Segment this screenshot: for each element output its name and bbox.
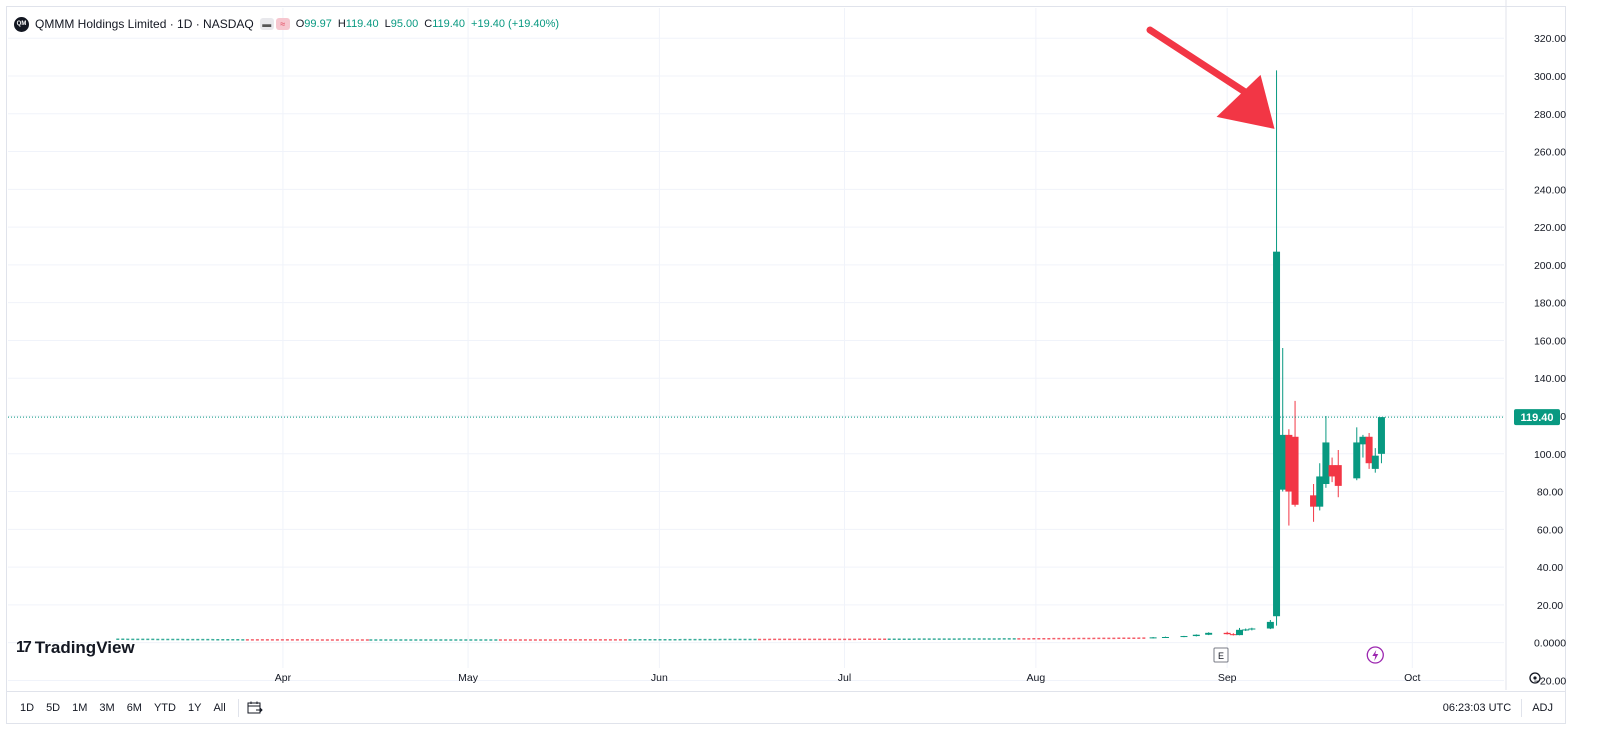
candle-body — [1316, 476, 1324, 507]
y-tick-label: 160.00 — [1534, 335, 1566, 347]
annotation-layer: 119.40 E — [8, 26, 1560, 684]
ohlc-key: O — [295, 18, 305, 30]
ohlc-item: +19.40 (+19.40%) — [471, 18, 559, 30]
clock[interactable]: 06:23:03 UTC — [1443, 702, 1521, 714]
candle-body — [1371, 455, 1379, 469]
compare-icon[interactable]: ≈ — [275, 18, 290, 30]
candle-body — [1322, 442, 1330, 484]
candle-body — [1192, 634, 1200, 637]
x-tick-label: Aug — [1027, 672, 1046, 684]
y-tick-label: 100.00 — [1534, 449, 1566, 461]
x-tick-label: Jun — [651, 672, 668, 684]
tradingview-logo[interactable]: 17 TradingView — [16, 638, 135, 658]
y-tick-label: 200.00 — [1534, 260, 1566, 272]
candle-body — [1223, 632, 1231, 635]
bottom-toolbar: 1D 5D 1M 3M 6M YTD 1Y All 06:23:03 UTC ADJ — [7, 691, 1565, 723]
candle-body — [1205, 632, 1213, 635]
brand-name: TradingView — [34, 638, 135, 657]
timeframe-3m[interactable]: 3M — [93, 702, 120, 714]
candle-body — [1377, 417, 1385, 454]
x-tick-label: Oct — [1404, 672, 1420, 684]
ohlc-item: C119.40 — [424, 18, 465, 30]
candle-body — [1161, 637, 1169, 638]
ohlc-item: H119.40 — [338, 18, 379, 30]
candle-body — [1236, 629, 1244, 636]
ohlc-key: H — [337, 18, 346, 30]
collapse-icon[interactable]: ▬ — [259, 18, 274, 30]
y-tick-label: 20.00 — [1537, 600, 1563, 612]
tradingview-mark-icon: 17 — [16, 639, 32, 656]
price-chart[interactable]: 320.00 300.00 280.00 260.00 240.00 220.00 200.… — [0, 0, 1600, 744]
y-tick-label: 80.00 — [1537, 487, 1563, 499]
grid-lines — [8, 0, 1507, 690]
date-range-icon[interactable] — [247, 701, 263, 715]
time-axis: Apr May Jun Jul Aug Sep Oct — [275, 672, 1421, 684]
candle-body — [1180, 636, 1188, 638]
candle-body — [1328, 465, 1336, 477]
y-tick-label: 280.00 — [1534, 109, 1566, 121]
y-tick-label: 260.00 — [1534, 147, 1566, 159]
timeframe-1m[interactable]: 1M — [66, 702, 93, 714]
candle-body — [1334, 465, 1342, 486]
ohlc-value: +19.40 (+19.40%) — [471, 18, 560, 30]
symbol-legend: QM QMMM Holdings Limited · 1D · NASDAQ ▬… — [14, 14, 559, 34]
ohlc-values: O99.97 H119.40 L95.00 C119.40 +19.40 (+19.40… — [296, 18, 559, 30]
y-tick-label: 320.00 — [1534, 33, 1566, 45]
y-tick-label: 240.00 — [1534, 184, 1566, 196]
ohlc-value: 119.40 — [345, 18, 379, 30]
candle-body — [1248, 628, 1256, 630]
y-tick-label: 220.00 — [1534, 222, 1566, 234]
last-price-label: 119.40 — [1520, 412, 1553, 424]
candle-body — [1229, 634, 1237, 636]
timeframe-1d[interactable]: 1D — [14, 702, 40, 714]
candle-body — [1279, 434, 1287, 490]
y-tick-label: 0.0000 — [1534, 638, 1566, 650]
candle-body — [1365, 436, 1373, 464]
symbol-title[interactable]: QMMM Holdings Limited · 1D · NASDAQ — [35, 17, 254, 31]
divider — [237, 698, 239, 717]
ohlc-key: C — [424, 18, 433, 30]
price-axis: 320.00 300.00 280.00 260.00 240.00 220.00 200.… — [1534, 33, 1567, 687]
timeframe-1y[interactable]: 1Y — [182, 702, 207, 714]
arrow-shaft — [1146, 26, 1254, 99]
candle-body — [1285, 434, 1293, 492]
y-tick-label: 140.00 — [1534, 373, 1566, 385]
timeframe-buttons: 1D 5D 1M 3M 6M YTD 1Y All — [7, 702, 232, 714]
ohlc-value: 95.00 — [390, 18, 419, 30]
gear-icon-center — [1533, 676, 1537, 680]
candle-body — [1310, 495, 1318, 507]
timeframe-all[interactable]: All — [207, 702, 231, 714]
candle-body — [1266, 621, 1274, 629]
x-tick-label: Jul — [838, 672, 851, 684]
candle-body — [1353, 442, 1361, 479]
ohlc-item: L95.00 — [385, 18, 419, 30]
x-tick-label: Apr — [275, 672, 292, 684]
symbol-logo[interactable]: QM — [14, 16, 29, 32]
baseline-series — [116, 638, 246, 641]
legend-toggles[interactable]: ▬ ≈ — [259, 18, 290, 30]
ohlc-item: O99.97 — [296, 18, 332, 30]
candle-body — [1273, 251, 1281, 617]
earnings-marker-label: E — [1218, 651, 1224, 661]
timeframe-ytd[interactable]: YTD — [148, 702, 182, 714]
y-tick-label: 60.00 — [1537, 524, 1563, 536]
adj-toggle[interactable]: ADJ — [1521, 698, 1565, 717]
candle-body — [1149, 637, 1157, 639]
candle-body — [1359, 436, 1367, 445]
ohlc-value: 99.97 — [304, 18, 332, 30]
timeframe-5d[interactable]: 5D — [40, 702, 66, 714]
candle-body — [1242, 629, 1250, 631]
y-tick-label: 40.00 — [1537, 562, 1563, 574]
ohlc-value: 119.40 — [432, 18, 466, 30]
x-tick-label: Sep — [1218, 672, 1237, 684]
baseline-series — [1017, 637, 1147, 640]
timeframe-6m[interactable]: 6M — [121, 702, 148, 714]
x-tick-label: May — [458, 672, 479, 684]
candle-body — [1291, 436, 1299, 505]
candles — [116, 70, 1385, 641]
y-tick-label: 180.00 — [1534, 298, 1566, 310]
y-tick-label: 300.00 — [1534, 71, 1566, 83]
